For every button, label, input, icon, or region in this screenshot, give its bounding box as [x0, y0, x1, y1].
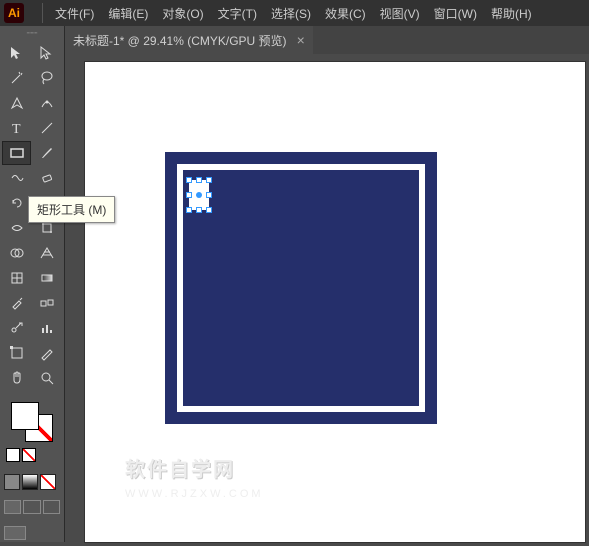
app-logo: Ai [4, 3, 24, 23]
blend-tool[interactable] [33, 291, 62, 315]
pen-tool[interactable] [2, 91, 31, 115]
toolbox-panel: ┈┈ T [0, 26, 65, 542]
line-segment-tool[interactable] [33, 116, 62, 140]
rotate-tool[interactable] [2, 191, 31, 215]
slice-tool[interactable] [33, 341, 62, 365]
default-fill-stroke-icon[interactable] [6, 448, 20, 462]
width-tool[interactable] [2, 216, 31, 240]
menu-view[interactable]: 视图(V) [374, 3, 426, 24]
toolbox-grip[interactable]: ┈┈ [0, 28, 64, 39]
canvas-area[interactable]: 软件自学网 WWW.RJZXW.COM [65, 54, 589, 542]
magic-wand-tool[interactable] [2, 66, 31, 90]
document-tab-bar: 未标题-1* @ 29.41% (CMYK/GPU 预览) × [65, 26, 589, 54]
shaper-tool[interactable] [2, 166, 31, 190]
menu-select[interactable]: 选择(S) [265, 3, 317, 24]
fill-swatch[interactable] [11, 402, 39, 430]
selection-handle[interactable] [196, 177, 202, 183]
title-bar: Ai 文件(F) 编辑(E) 对象(O) 文字(T) 选择(S) 效果(C) 视… [0, 0, 589, 26]
selection-tool[interactable] [2, 41, 31, 65]
menu-bar: 文件(F) 编辑(E) 对象(O) 文字(T) 选择(S) 效果(C) 视图(V… [49, 3, 538, 24]
selection-handle[interactable] [186, 207, 192, 213]
gradient-tool[interactable] [33, 266, 62, 290]
selection-handle[interactable] [196, 207, 202, 213]
eraser-tool[interactable] [33, 166, 62, 190]
menu-object[interactable]: 对象(O) [156, 3, 209, 24]
lasso-tool[interactable] [33, 66, 62, 90]
divider [42, 3, 43, 23]
symbol-sprayer-tool[interactable] [2, 316, 31, 340]
selection-handle[interactable] [206, 177, 212, 183]
eyedropper-tool[interactable] [2, 291, 31, 315]
screen-mode-row [0, 520, 64, 546]
content-area: 未标题-1* @ 29.41% (CMYK/GPU 预览) × [65, 26, 589, 542]
menu-window[interactable]: 窗口(W) [428, 3, 483, 24]
type-tool[interactable]: T [2, 116, 31, 140]
document-tab[interactable]: 未标题-1* @ 29.41% (CMYK/GPU 预览) × [65, 26, 313, 54]
artboard: 软件自学网 WWW.RJZXW.COM [85, 62, 585, 542]
menu-file[interactable]: 文件(F) [49, 3, 100, 24]
tab-close-button[interactable]: × [297, 32, 305, 48]
paintbrush-tool[interactable] [33, 141, 62, 165]
screen-mode-icon[interactable] [4, 526, 26, 540]
selection-handle[interactable] [206, 192, 212, 198]
fill-stroke-section [0, 396, 64, 470]
main-area: ┈┈ T [0, 26, 589, 542]
swap-default-row [4, 444, 60, 466]
selection-handle[interactable] [186, 192, 192, 198]
artboard-tool[interactable] [2, 341, 31, 365]
menu-effect[interactable]: 效果(C) [319, 3, 372, 24]
column-graph-tool[interactable] [33, 316, 62, 340]
shape-builder-tool[interactable] [2, 241, 31, 265]
draw-behind-icon[interactable] [23, 500, 40, 514]
selected-object[interactable] [189, 180, 209, 210]
color-mode-gradient[interactable] [22, 474, 38, 490]
selection-handle[interactable] [206, 207, 212, 213]
color-mode-row [0, 470, 64, 494]
direct-selection-tool[interactable] [33, 41, 62, 65]
fill-stroke-swatch[interactable] [11, 402, 53, 442]
menu-help[interactable]: 帮助(H) [485, 3, 538, 24]
menu-edit[interactable]: 编辑(E) [102, 3, 154, 24]
svg-text:T: T [12, 122, 21, 136]
curvature-tool[interactable] [33, 91, 62, 115]
artwork-inner-frame[interactable] [177, 164, 425, 412]
hand-tool[interactable] [2, 366, 31, 390]
mesh-tool[interactable] [2, 266, 31, 290]
color-mode-none[interactable] [40, 474, 56, 490]
draw-inside-icon[interactable] [43, 500, 60, 514]
selection-center-icon [196, 192, 202, 198]
perspective-grid-tool[interactable] [33, 241, 62, 265]
draw-normal-icon[interactable] [4, 500, 21, 514]
rectangle-tool-tooltip: 矩形工具 (M) [28, 196, 115, 223]
menu-type[interactable]: 文字(T) [212, 3, 263, 24]
swap-fill-stroke-icon[interactable] [22, 448, 36, 462]
zoom-tool[interactable] [33, 366, 62, 390]
document-tab-title: 未标题-1* @ 29.41% (CMYK/GPU 预览) [73, 32, 287, 49]
color-mode-solid[interactable] [4, 474, 20, 490]
watermark-text: 软件自学网 [125, 453, 235, 482]
draw-mode-row [0, 494, 64, 520]
watermark-url: WWW.RJZXW.COM [125, 488, 264, 500]
rectangle-tool[interactable] [2, 141, 31, 165]
selection-handle[interactable] [186, 177, 192, 183]
